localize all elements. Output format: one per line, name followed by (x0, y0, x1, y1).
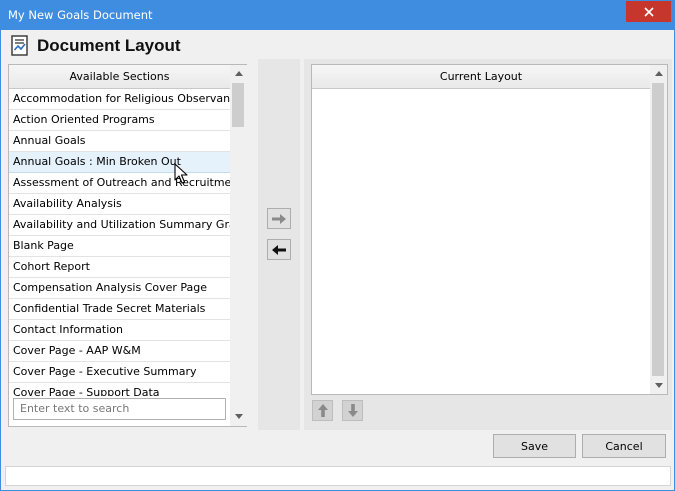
dialog-window: My New Goals Document Document Layout Av… (0, 0, 675, 491)
cancel-button[interactable]: Cancel (582, 434, 666, 458)
available-sections-list[interactable]: Accommodation for Religious Observanc...… (9, 89, 230, 396)
available-sections-header[interactable]: Available Sections (9, 65, 230, 89)
list-item[interactable]: Cohort Report (9, 257, 230, 278)
page-header: Document Layout (9, 34, 181, 58)
scroll-thumb[interactable] (232, 83, 244, 127)
title-bar[interactable]: My New Goals Document (0, 0, 675, 30)
current-layout-header[interactable]: Current Layout (312, 65, 650, 89)
document-chart-icon (11, 35, 28, 56)
list-item[interactable]: Availability and Utilization Summary Gra… (9, 215, 230, 236)
arrow-right-icon (272, 213, 286, 224)
list-item[interactable]: Confidential Trade Secret Materials (9, 299, 230, 320)
move-down-button[interactable] (342, 400, 363, 421)
arrow-left-icon (272, 244, 286, 255)
current-layout-scrollbar[interactable] (650, 65, 667, 394)
close-icon (643, 6, 654, 17)
add-section-button[interactable] (267, 208, 291, 229)
list-item[interactable]: Compensation Analysis Cover Page (9, 278, 230, 299)
remove-section-button[interactable] (267, 239, 291, 260)
available-scrollbar[interactable] (230, 65, 247, 426)
mouse-cursor-icon (174, 163, 188, 184)
current-layout-panel[interactable]: Current Layout (311, 64, 668, 395)
arrow-up-icon (317, 404, 328, 417)
current-layout-frame: Current Layout (304, 59, 672, 430)
list-item[interactable]: Blank Page (9, 236, 230, 257)
list-item[interactable]: Action Oriented Programs (9, 110, 230, 131)
list-item[interactable]: Availability Analysis (9, 194, 230, 215)
search-input[interactable]: Enter text to search (13, 398, 226, 420)
move-up-button[interactable] (312, 400, 333, 421)
close-button[interactable] (626, 1, 671, 22)
list-item[interactable]: Annual Goals : Min Broken Out (9, 152, 230, 173)
list-item[interactable]: Contact Information (9, 320, 230, 341)
list-item[interactable]: Accommodation for Religious Observanc... (9, 89, 230, 110)
available-sections-panel: Available Sections Accommodation for Rel… (8, 64, 247, 427)
scroll-thumb[interactable] (652, 83, 664, 376)
scroll-up-icon[interactable] (230, 65, 247, 82)
status-bar (5, 466, 671, 486)
scroll-down-icon[interactable] (230, 408, 247, 425)
arrow-down-icon (347, 404, 358, 417)
scroll-up-icon[interactable] (650, 65, 667, 82)
scroll-down-icon[interactable] (650, 377, 667, 394)
window-title: My New Goals Document (8, 8, 153, 22)
transfer-panel (258, 59, 300, 430)
list-item[interactable]: Annual Goals (9, 131, 230, 152)
list-item[interactable]: Cover Page - AAP W&M (9, 341, 230, 362)
dialog-body: Document Layout Available Sections Accom… (1, 30, 674, 490)
list-item[interactable]: Cover Page - Support Data (9, 383, 230, 396)
page-title: Document Layout (37, 36, 181, 55)
list-item[interactable]: Assessment of Outreach and Recruitment (9, 173, 230, 194)
save-button[interactable]: Save (493, 434, 576, 458)
list-item[interactable]: Cover Page - Executive Summary (9, 362, 230, 383)
